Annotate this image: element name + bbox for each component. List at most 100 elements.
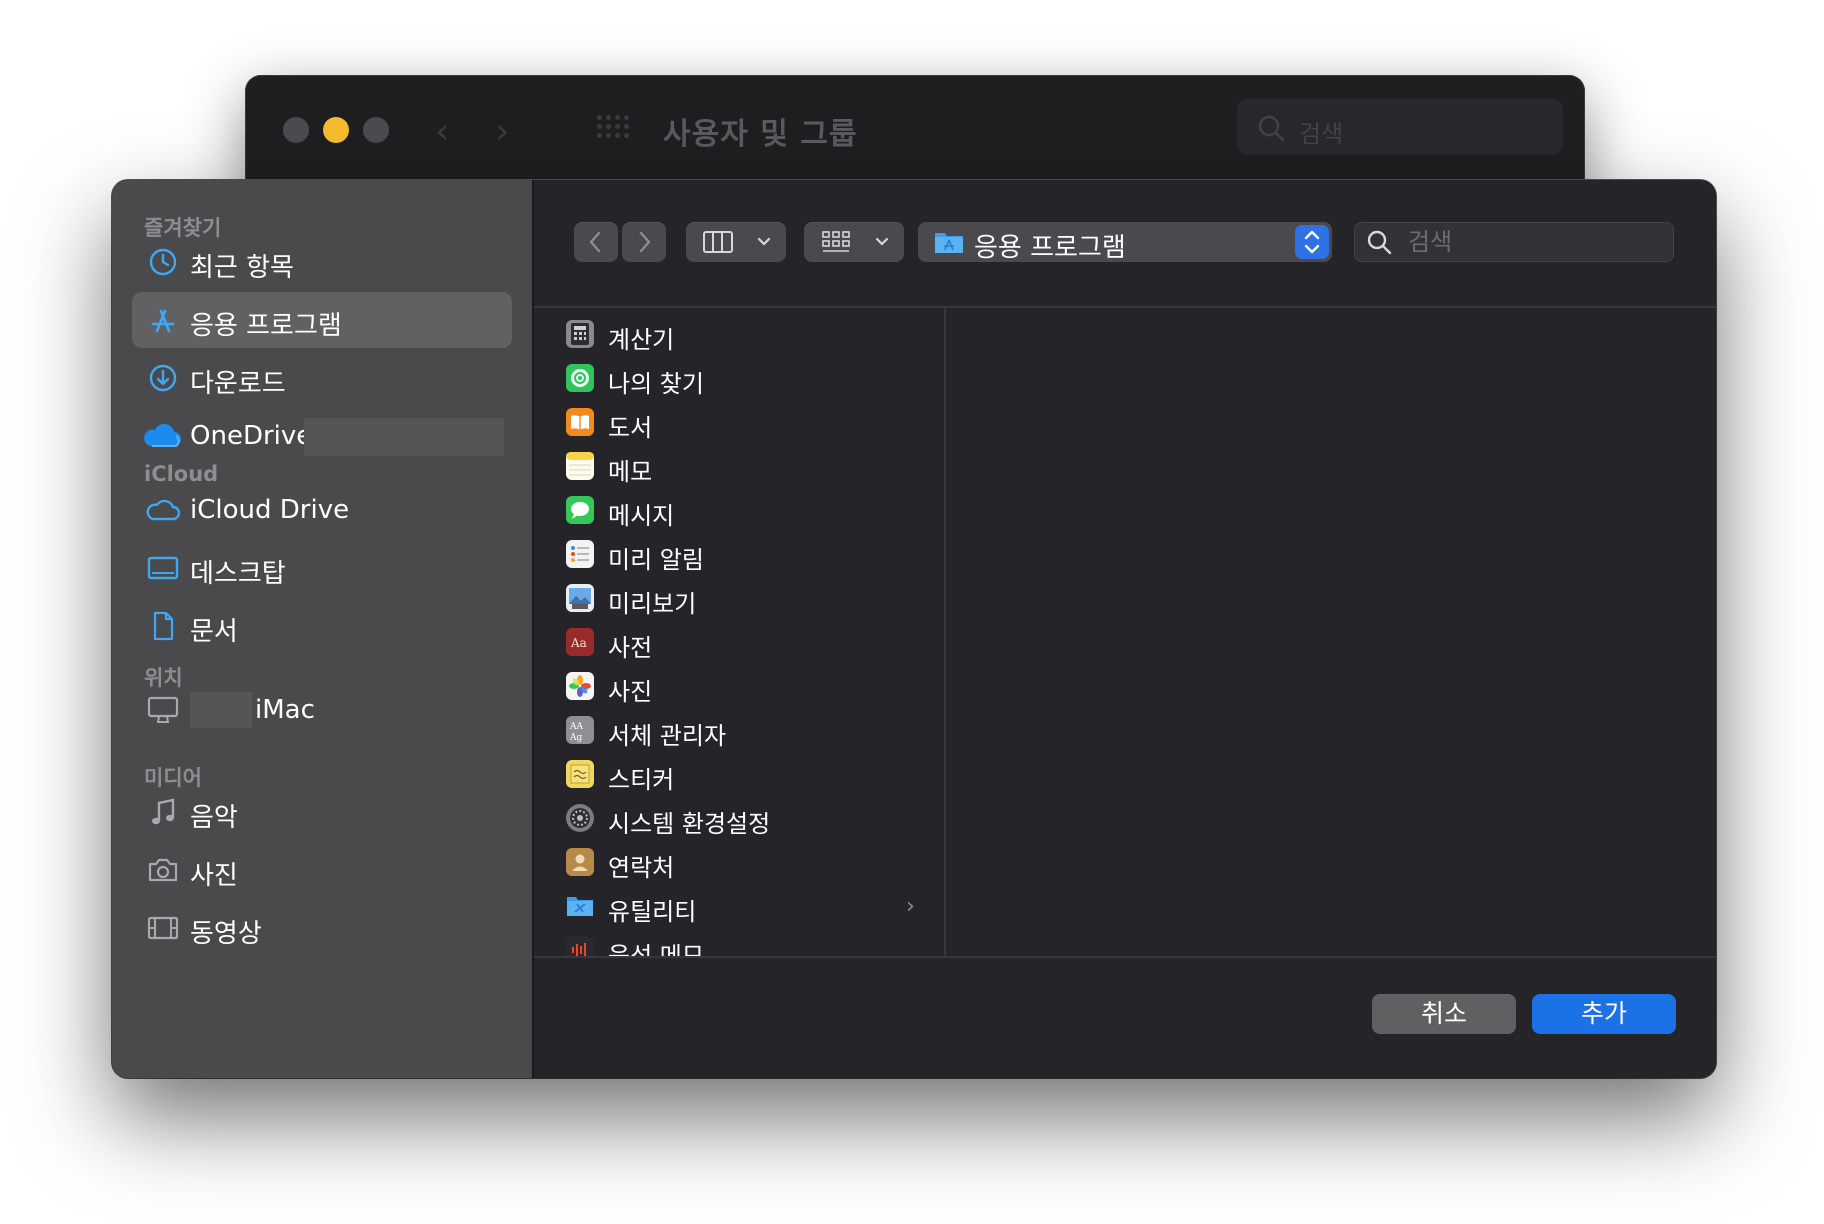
forward-arrow-icon[interactable]: › <box>495 111 509 152</box>
location-label: 응용 프로그램 <box>974 233 1126 263</box>
columns-view-icon <box>703 231 733 253</box>
background-search-field[interactable]: 검색 <box>1237 99 1563 155</box>
search-input[interactable] <box>1406 226 1660 258</box>
desktop-icon <box>146 552 180 584</box>
chevron-down-icon <box>757 237 771 246</box>
add-button[interactable]: 추가 <box>1532 994 1676 1034</box>
list-item-dictionary[interactable]: Aa 사전 <box>534 622 944 666</box>
music-note-icon <box>146 796 180 828</box>
file-name: 메시지 <box>608 502 675 530</box>
list-item-stickies[interactable]: 스티커 <box>534 754 944 798</box>
messages-icon <box>566 496 594 524</box>
sidebar-item-label: iCloud Drive <box>190 495 350 525</box>
sidebar-item-onedrive[interactable]: OneDrive - <box>132 408 527 464</box>
sidebar-item-label: 데스크탑 <box>190 559 286 589</box>
photos-icon <box>566 672 594 700</box>
list-item-messages[interactable]: 메시지 <box>534 490 944 534</box>
group-grid-icon <box>822 231 850 252</box>
sidebar-item-photos[interactable]: 사진 <box>132 842 512 898</box>
view-mode-button[interactable] <box>686 222 786 262</box>
back-button[interactable] <box>574 222 618 262</box>
window-title: 사용자 및 그룹 <box>663 117 858 152</box>
search-placeholder: 검색 <box>1299 120 1344 148</box>
file-name: 사진 <box>608 678 653 706</box>
file-name: 계산기 <box>608 326 675 354</box>
list-item-calculator[interactable]: 계산기 <box>534 314 944 358</box>
file-name: 메모 <box>608 458 653 486</box>
sidebar-item-label: 동영상 <box>190 919 262 949</box>
close-window-button[interactable] <box>283 117 309 143</box>
list-item-font-book[interactable]: AA Ag 서체 관리자 <box>534 710 944 754</box>
app-store-icon <box>146 304 180 336</box>
sidebar-item-label: 최근 항목 <box>190 253 294 283</box>
clock-icon <box>146 246 180 278</box>
document-icon <box>146 610 180 642</box>
sidebar-item-downloads[interactable]: 다운로드 <box>132 350 512 406</box>
list-item-utilities[interactable]: 유틸리티 › <box>534 886 944 930</box>
cancel-button[interactable]: 취소 <box>1372 994 1516 1034</box>
file-name: 사전 <box>608 634 653 662</box>
minimize-window-button[interactable] <box>323 117 349 143</box>
sidebar-item-label: iMac <box>255 695 315 725</box>
sidebar-item-label: 사진 <box>190 861 238 891</box>
back-arrow-icon[interactable]: ‹ <box>435 111 449 152</box>
svg-text:AA: AA <box>569 722 583 732</box>
list-item-system-preferences[interactable]: 시스템 환경설정 <box>534 798 944 842</box>
sidebar-item-recents[interactable]: 최근 항목 <box>132 234 512 290</box>
sidebar-item-imac[interactable]: iMac <box>132 682 512 738</box>
books-icon <box>566 408 594 436</box>
imac-icon <box>146 694 180 726</box>
sidebar-item-movies[interactable]: 동영상 <box>132 900 512 956</box>
list-item-notes[interactable]: 메모 <box>534 446 944 490</box>
file-name: 시스템 환경설정 <box>608 810 771 838</box>
file-name: 나의 찾기 <box>608 370 704 398</box>
redacted-account-name <box>304 418 504 456</box>
svg-text:Aa: Aa <box>570 636 587 650</box>
list-item-preview[interactable]: 미리보기 <box>534 578 944 622</box>
dictionary-icon: Aa <box>566 628 594 656</box>
dialog-footer: 취소 추가 <box>534 956 1716 1078</box>
sidebar-item-desktop[interactable]: 데스크탑 <box>132 540 512 596</box>
search-field[interactable] <box>1354 222 1674 262</box>
stickies-icon <box>566 760 594 788</box>
file-name: 도서 <box>608 414 653 442</box>
onedrive-cloud-icon <box>142 420 182 452</box>
file-name: 미리 알림 <box>608 546 704 574</box>
list-item-find-my[interactable]: 나의 찾기 <box>534 358 944 402</box>
font-book-icon: AA Ag <box>566 716 594 744</box>
file-name: 서체 관리자 <box>608 722 727 750</box>
list-item-voice-memos[interactable]: 음성 메모 <box>534 930 944 956</box>
sidebar-item-documents[interactable]: 문서 <box>132 598 512 654</box>
utilities-folder-icon <box>566 892 594 920</box>
find-my-icon <box>566 364 594 392</box>
file-list: 계산기 나의 찾기 도서 메모 메시지 미리 알림 미리보기 Aa 사전 사진 … <box>534 308 946 956</box>
zoom-window-button[interactable] <box>363 117 389 143</box>
file-name: 스티커 <box>608 766 675 794</box>
forward-button[interactable] <box>622 222 666 262</box>
show-all-grid-icon[interactable] <box>597 115 633 145</box>
chevron-right-icon: › <box>906 894 915 919</box>
reminders-icon <box>566 540 594 568</box>
updown-stepper-icon <box>1295 225 1329 259</box>
list-item-photos[interactable]: 사진 <box>534 666 944 710</box>
voice-memos-icon <box>566 936 594 956</box>
sidebar-item-icloud-drive[interactable]: iCloud Drive <box>132 482 512 538</box>
redacted-computer-name <box>190 692 252 728</box>
list-item-contacts[interactable]: 연락처 <box>534 842 944 886</box>
sidebar-item-label: 응용 프로그램 <box>190 311 342 341</box>
sidebar-item-music[interactable]: 음악 <box>132 784 512 840</box>
cloud-icon <box>146 494 180 526</box>
chevron-down-icon <box>875 237 889 246</box>
toolbar: 응용 프로그램 <box>534 180 1716 308</box>
list-item-reminders[interactable]: 미리 알림 <box>534 534 944 578</box>
main-panel: 응용 프로그램 계산기 나의 <box>534 180 1716 1078</box>
search-icon <box>1367 230 1392 255</box>
group-button[interactable] <box>804 222 904 262</box>
chevron-left-icon <box>589 231 601 253</box>
list-item-books[interactable]: 도서 <box>534 402 944 446</box>
sidebar-item-applications[interactable]: 응용 프로그램 <box>132 292 512 348</box>
file-name: 유틸리티 <box>608 898 697 926</box>
applications-folder-icon <box>935 233 963 253</box>
location-popup[interactable]: 응용 프로그램 <box>918 222 1332 263</box>
calculator-icon <box>566 320 594 348</box>
